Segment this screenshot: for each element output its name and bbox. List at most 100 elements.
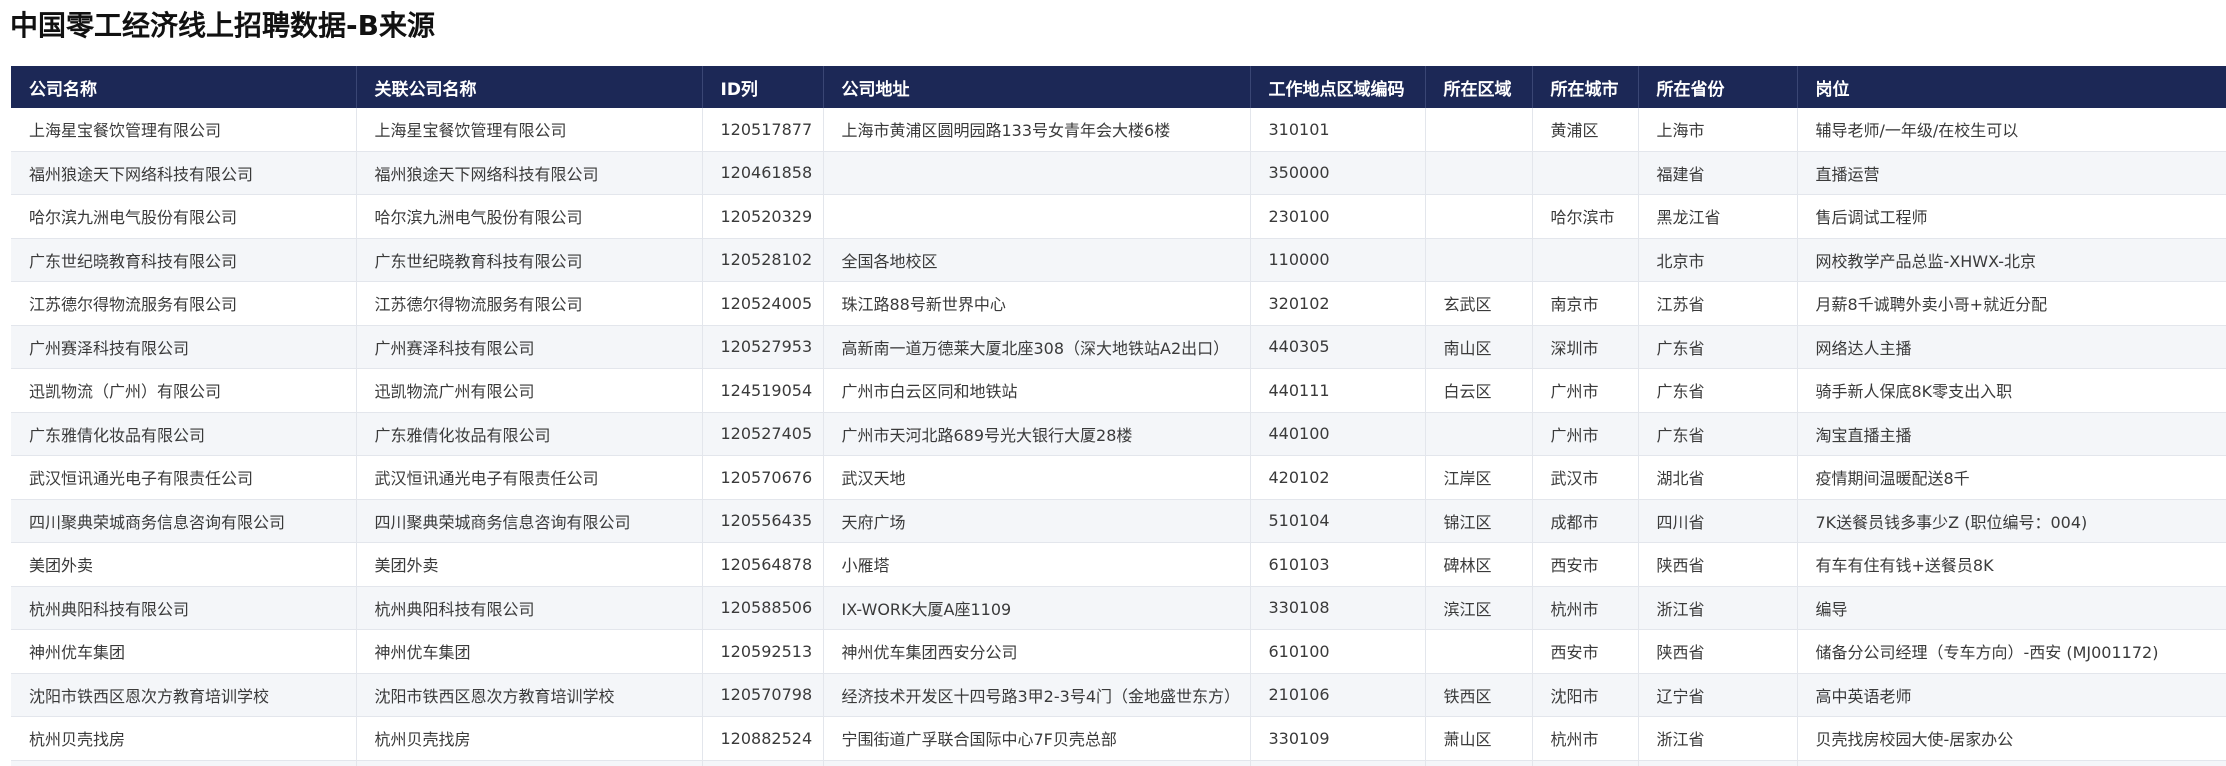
table-row[interactable]: 四川聚典荣城商务信息咨询有限公司 四川聚典荣城商务信息咨询有限公司 12055643… bbox=[11, 499, 2226, 543]
cell-district: 南山区 bbox=[1425, 325, 1533, 369]
cell-id: 120564878 bbox=[702, 542, 824, 587]
table-row[interactable]: 哈尔滨九洲电气股份有限公司 哈尔滨九洲电气股份有限公司 120520329 23010… bbox=[11, 194, 2226, 239]
table-row[interactable]: 广东世纪晓教育科技有限公司 广东世纪晓教育科技有限公司 120528102 全国各地校… bbox=[11, 238, 2226, 282]
cell-district bbox=[1425, 108, 1533, 152]
cell-address: 浦东新区张江高科技园区 bbox=[823, 760, 1251, 766]
cell-city: 广州市 bbox=[1532, 412, 1639, 456]
cell-address: 神州优车集团西安分公司 bbox=[823, 629, 1251, 674]
cell-id: 120517877 bbox=[702, 108, 824, 152]
cell-province: 黑龙江省 bbox=[1638, 194, 1798, 239]
cell-district: 浦东新区 bbox=[1425, 760, 1533, 766]
cell-area-code: 110000 bbox=[1250, 238, 1426, 282]
cell-city: 深圳市 bbox=[1532, 325, 1639, 369]
cell-company-name: 杭州贝壳找房 bbox=[11, 716, 357, 761]
cell-id: 120588506 bbox=[702, 586, 824, 630]
cell-city: 杭州市 bbox=[1532, 716, 1639, 761]
table-row[interactable]: 沈阳市铁西区恩次方教育培训学校 沈阳市铁西区恩次方教育培训学校 120570798 经… bbox=[11, 673, 2226, 717]
table-row[interactable]: 杭州贝壳找房 杭州贝壳找房 120882524 宁围街道广孚联合国际中心7F贝壳总部 3… bbox=[11, 716, 2226, 761]
table-row[interactable]: 美团外卖 美团外卖 120564878 小雁塔 610103 碑林区 西安市 陕西省 有车有住有… bbox=[11, 542, 2226, 587]
table-row[interactable]: 神州优车集团 神州优车集团 120592513 神州优车集团西安分公司 610100 西安… bbox=[11, 629, 2226, 674]
cell-district bbox=[1425, 412, 1533, 456]
cell-area-code: 320102 bbox=[1250, 281, 1426, 326]
cell-province: 浙江省 bbox=[1638, 716, 1798, 761]
cell-id: 120882524 bbox=[702, 716, 824, 761]
cell-related-company: 江苏德尔得物流服务有限公司 bbox=[356, 281, 703, 326]
cell-district: 锦江区 bbox=[1425, 499, 1533, 543]
cell-position: 售后调试工程师 bbox=[1797, 194, 2226, 239]
cell-id: 120527405 bbox=[702, 412, 824, 456]
cell-position: 淘宝直播主播 bbox=[1797, 412, 2226, 456]
cell-city bbox=[1532, 151, 1639, 195]
cell-related-company: 广东雅倩化妆品有限公司 bbox=[356, 412, 703, 456]
cell-province: 广东省 bbox=[1638, 325, 1798, 369]
column-header-id[interactable]: ID列 bbox=[702, 66, 824, 108]
table-header: 公司名称 关联公司名称 ID列 公司地址 工作地点区域编码 所在区域 所在城市 … bbox=[11, 66, 2226, 108]
cell-company-name: 沈阳市铁西区恩次方教育培训学校 bbox=[11, 673, 357, 717]
cell-position: 疫情期间温暖配送8千 bbox=[1797, 455, 2226, 500]
table-row[interactable]: 福州狼途天下网络科技有限公司 福州狼途天下网络科技有限公司 120461858 350… bbox=[11, 151, 2226, 195]
cell-area-code: 440111 bbox=[1250, 368, 1426, 413]
column-header-city[interactable]: 所在城市 bbox=[1532, 66, 1639, 108]
page-title: 中国零工经济线上招聘数据-B来源 bbox=[10, 9, 435, 42]
cell-company-name: 四川聚典荣城商务信息咨询有限公司 bbox=[11, 499, 357, 543]
cell-province: 广东省 bbox=[1638, 412, 1798, 456]
cell-address: IX-WORK大厦A座1109 bbox=[823, 586, 1251, 630]
cell-related-company: 迅凯物流广州有限公司 bbox=[356, 368, 703, 413]
cell-related-company: 武汉恒讯通光电子有限责任公司 bbox=[356, 455, 703, 500]
cell-address: 经济技术开发区十四号路3甲2-3号4门（金地盛世东方） bbox=[823, 673, 1251, 717]
cell-related-company: 上海星宝餐饮管理有限公司 bbox=[356, 108, 703, 152]
table-row[interactable]: 杭州典阳科技有限公司 杭州典阳科技有限公司 120588506 IX-WORK大厦A座… bbox=[11, 586, 2226, 630]
data-table: 公司名称 关联公司名称 ID列 公司地址 工作地点区域编码 所在区域 所在城市 … bbox=[11, 66, 2226, 766]
cell-district bbox=[1425, 238, 1533, 282]
column-header-area-code[interactable]: 工作地点区域编码 bbox=[1250, 66, 1426, 108]
cell-province: 广东省 bbox=[1638, 368, 1798, 413]
table-row[interactable]: 上海盒马网络科技有限公司上海盒马网络科技有限公司120601234浦东新区张江高… bbox=[11, 760, 2226, 766]
cell-province: 上海市 bbox=[1638, 760, 1798, 766]
cell-id: 120601234 bbox=[702, 760, 824, 766]
cell-address: 天府广场 bbox=[823, 499, 1251, 543]
cell-related-company: 神州优车集团 bbox=[356, 629, 703, 674]
cell-position: 网络达人主播 bbox=[1797, 325, 2226, 369]
column-header-district[interactable]: 所在区域 bbox=[1425, 66, 1533, 108]
data-table-container[interactable]: 公司名称 关联公司名称 ID列 公司地址 工作地点区域编码 所在区域 所在城市 … bbox=[11, 66, 2226, 766]
cell-district: 江岸区 bbox=[1425, 455, 1533, 500]
column-header-position[interactable]: 岗位 bbox=[1797, 66, 2226, 108]
cell-id: 120527953 bbox=[702, 325, 824, 369]
cell-province: 四川省 bbox=[1638, 499, 1798, 543]
table-row[interactable]: 广州赛泽科技有限公司 广州赛泽科技有限公司 120527953 高新南一道万德莱大厦北… bbox=[11, 325, 2226, 369]
cell-company-name: 神州优车集团 bbox=[11, 629, 357, 674]
cell-city: 沈阳市 bbox=[1532, 673, 1639, 717]
column-header-company-name[interactable]: 公司名称 bbox=[11, 66, 357, 108]
cell-city: 西安市 bbox=[1532, 629, 1639, 674]
cell-company-name: 迅凯物流（广州）有限公司 bbox=[11, 368, 357, 413]
cell-city: 杭州市 bbox=[1532, 586, 1639, 630]
cell-area-code: 350000 bbox=[1250, 151, 1426, 195]
column-header-province[interactable]: 所在省份 bbox=[1638, 66, 1798, 108]
column-header-related-company[interactable]: 关联公司名称 bbox=[356, 66, 703, 108]
cell-area-code: 510104 bbox=[1250, 499, 1426, 543]
cell-id: 120461858 bbox=[702, 151, 824, 195]
table-row[interactable]: 江苏德尔得物流服务有限公司 江苏德尔得物流服务有限公司 120524005 珠江路88… bbox=[11, 281, 2226, 326]
cell-related-company: 广州赛泽科技有限公司 bbox=[356, 325, 703, 369]
cell-position: 网校教学产品总监-XHWX-北京 bbox=[1797, 238, 2226, 282]
cell-company-name: 广州赛泽科技有限公司 bbox=[11, 325, 357, 369]
cell-address: 全国各地校区 bbox=[823, 238, 1251, 282]
table-row[interactable]: 武汉恒讯通光电子有限责任公司 武汉恒讯通光电子有限责任公司 120570676 武汉天… bbox=[11, 455, 2226, 500]
cell-district: 萧山区 bbox=[1425, 716, 1533, 761]
cell-company-name: 广东雅倩化妆品有限公司 bbox=[11, 412, 357, 456]
cell-position: 7K送餐员钱多事少Z (职位编号：004) bbox=[1797, 499, 2226, 543]
cell-area-code: 610103 bbox=[1250, 542, 1426, 587]
cell-province: 福建省 bbox=[1638, 151, 1798, 195]
table-row[interactable]: 迅凯物流（广州）有限公司 迅凯物流广州有限公司 124519054 广州市白云区同和地… bbox=[11, 368, 2226, 413]
cell-province: 浙江省 bbox=[1638, 586, 1798, 630]
cell-area-code: 330108 bbox=[1250, 586, 1426, 630]
page: 中国零工经济线上招聘数据-B来源 公司名称 关联公司名称 ID列 公司地址 工作… bbox=[0, 0, 2226, 766]
header-row: 公司名称 关联公司名称 ID列 公司地址 工作地点区域编码 所在区域 所在城市 … bbox=[11, 66, 2226, 108]
table-row[interactable]: 上海星宝餐饮管理有限公司 上海星宝餐饮管理有限公司 120517877 上海市黄浦区圆… bbox=[11, 108, 2226, 152]
cell-province: 上海市 bbox=[1638, 108, 1798, 152]
cell-area-code: 440100 bbox=[1250, 412, 1426, 456]
cell-district: 铁西区 bbox=[1425, 673, 1533, 717]
table-row[interactable]: 广东雅倩化妆品有限公司 广东雅倩化妆品有限公司 120527405 广州市天河北路68… bbox=[11, 412, 2226, 456]
column-header-address[interactable]: 公司地址 bbox=[823, 66, 1251, 108]
cell-city: 武汉市 bbox=[1532, 455, 1639, 500]
